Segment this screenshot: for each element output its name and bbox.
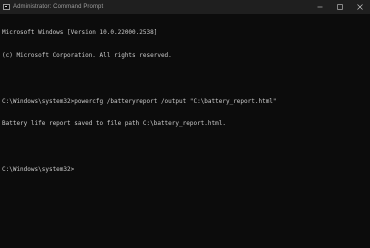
console-line-copyright: (c) Microsoft Corporation. All rights re…: [2, 51, 172, 59]
vertical-scrollbar[interactable]: [364, 14, 370, 248]
title-bar[interactable]: Administrator: Command Prompt: [0, 0, 370, 14]
command-prompt-icon: [3, 4, 10, 10]
console-output[interactable]: Microsoft Windows [Version 10.0.22000.25…: [2, 14, 368, 189]
minimize-icon: [317, 6, 323, 8]
command-prompt-window: Administrator: Command Prompt Microsoft: [0, 0, 370, 248]
console-line-command: C:\Windows\system32>powercfg /batteryrep…: [2, 97, 277, 105]
console-line-version: Microsoft Windows [Version 10.0.22000.25…: [2, 29, 158, 37]
minimize-button[interactable]: [310, 0, 330, 14]
window-controls: [310, 0, 370, 14]
window-title: Administrator: Command Prompt: [13, 4, 104, 10]
close-icon: [357, 4, 363, 10]
maximize-button[interactable]: [330, 0, 350, 14]
console-prompt[interactable]: C:\Windows\system32>: [2, 166, 368, 174]
maximize-icon: [337, 4, 343, 10]
close-button[interactable]: [350, 0, 370, 14]
console-line-result: Battery life report saved to file path C…: [2, 120, 226, 128]
